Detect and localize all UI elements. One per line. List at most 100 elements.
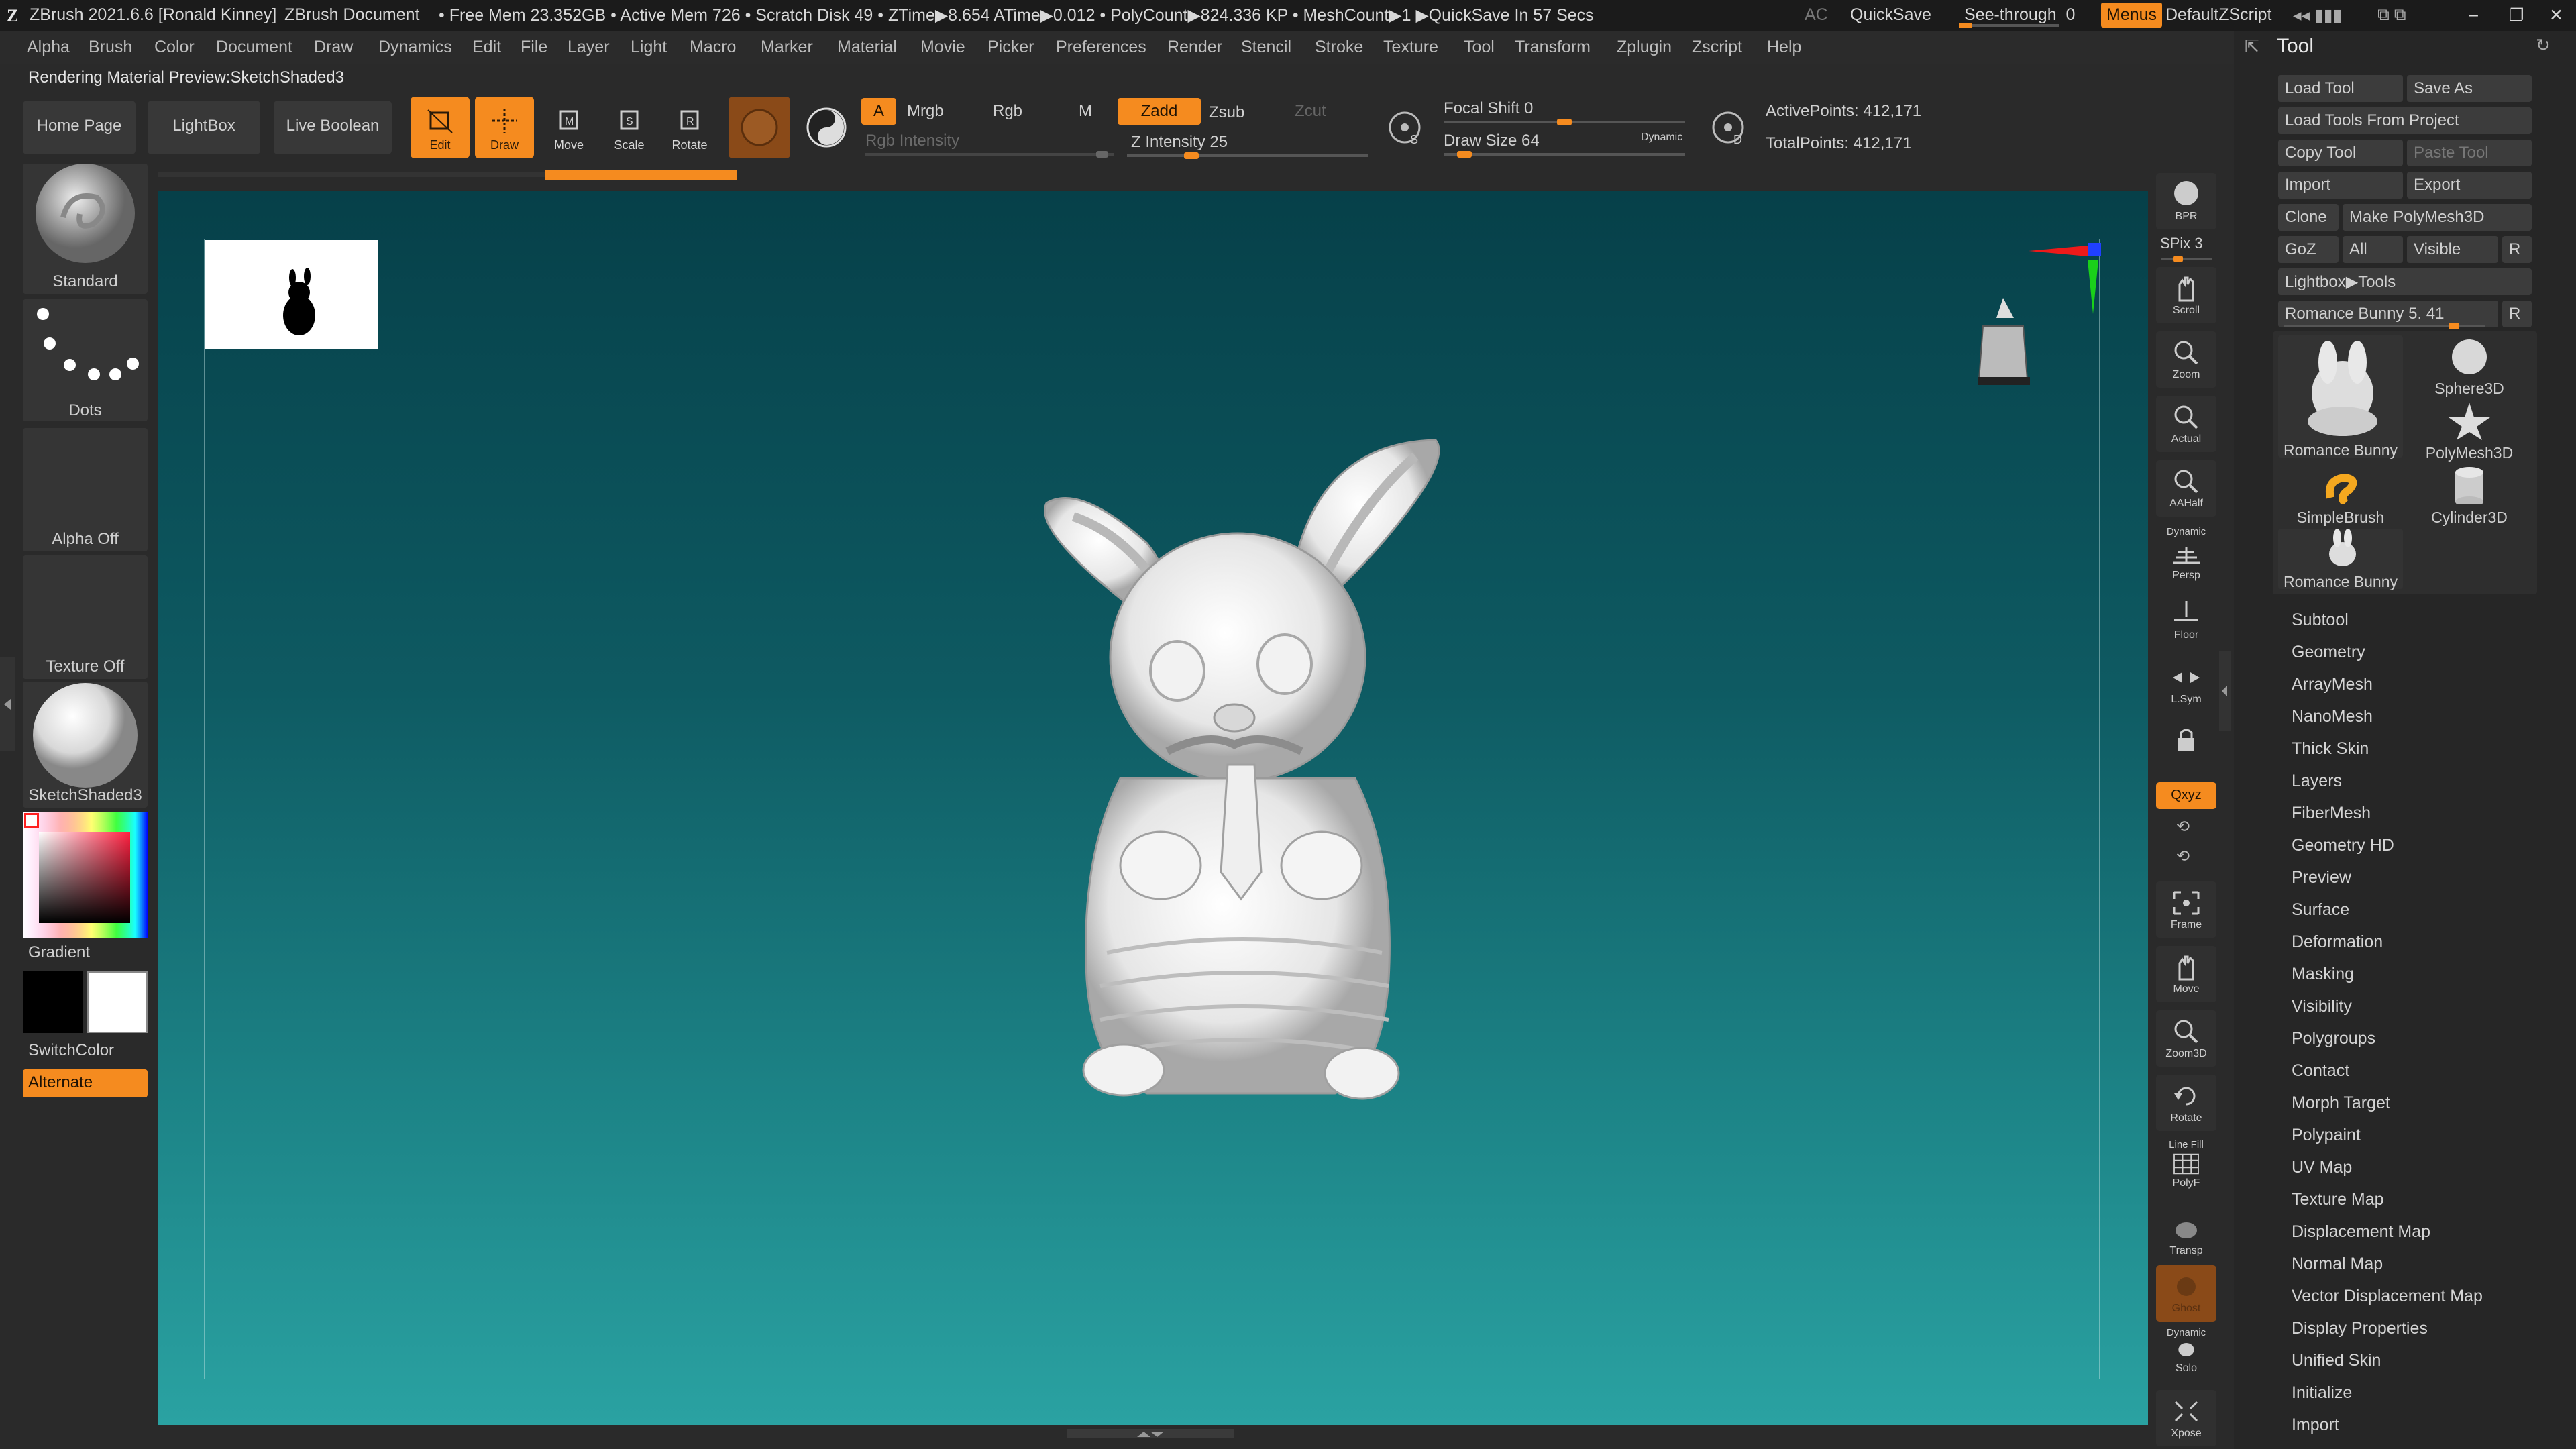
rotate-y-icon[interactable]: ⟲ xyxy=(2176,817,2190,837)
draw-button[interactable]: Draw xyxy=(475,97,534,158)
scroll-button[interactable]: Scroll xyxy=(2156,267,2216,323)
menu-movie[interactable]: Movie xyxy=(920,38,965,57)
default-zscript-button[interactable]: DefaultZScript xyxy=(2165,5,2271,25)
scale-button[interactable]: S Scale xyxy=(600,97,659,158)
copy-tool-button[interactable]: Copy Tool xyxy=(2278,140,2403,166)
zoom-button[interactable]: Zoom xyxy=(2156,331,2216,388)
ac-label[interactable]: AC xyxy=(1805,5,1828,25)
brush-selector[interactable]: Standard xyxy=(23,164,148,294)
subpalette-contact[interactable]: Contact xyxy=(2292,1061,2349,1081)
zoom3d-button[interactable]: Zoom3D xyxy=(2156,1010,2216,1067)
tool-thumb-polymesh3d[interactable]: PolyMesh3D xyxy=(2407,400,2532,462)
camera-view-gizmo[interactable] xyxy=(1960,292,2047,393)
subpalette-visibility[interactable]: Visibility xyxy=(2292,997,2352,1016)
menu-help[interactable]: Help xyxy=(1767,38,1801,57)
subpalette-initialize[interactable]: Initialize xyxy=(2292,1383,2352,1403)
dynamic-toggle[interactable]: Dynamic xyxy=(1641,131,1682,144)
export-button[interactable]: Export xyxy=(2407,172,2532,199)
gradient-label[interactable]: Gradient xyxy=(28,943,90,962)
subpalette-geometry-hd[interactable]: Geometry HD xyxy=(2292,836,2394,855)
menus-button[interactable]: Menus xyxy=(2101,3,2163,28)
ghost-button[interactable]: Ghost xyxy=(2156,1265,2216,1322)
menu-zplugin[interactable]: Zplugin xyxy=(1617,38,1672,57)
menu-alpha[interactable]: Alpha xyxy=(27,38,70,57)
menu-macro[interactable]: Macro xyxy=(690,38,736,57)
goz-r-button[interactable]: R xyxy=(2502,236,2532,263)
bpr-render-button[interactable]: BPR xyxy=(2156,173,2216,229)
current-tool-r-button[interactable]: R xyxy=(2502,301,2532,327)
focal-shift-slider[interactable] xyxy=(1444,119,1685,125)
menu-file[interactable]: File xyxy=(521,38,547,57)
tool-thumb-cylinder3d[interactable]: Cylinder3D xyxy=(2407,464,2532,526)
subpalette-polypaint[interactable]: Polypaint xyxy=(2292,1126,2361,1145)
zcut-button[interactable]: Zcut xyxy=(1295,102,1326,121)
quicksave-button[interactable]: QuickSave xyxy=(1850,5,1931,25)
import-button[interactable]: Import xyxy=(2278,172,2403,199)
menu-edit[interactable]: Edit xyxy=(472,38,501,57)
rewind-icon[interactable]: ◂◂ ▮▮▮ xyxy=(2293,5,2342,25)
move-view-button[interactable]: Move xyxy=(2156,946,2216,1002)
texture-selector[interactable]: Texture Off xyxy=(23,555,148,679)
current-tool-slider-track[interactable] xyxy=(2284,323,2485,329)
aahalf-button[interactable]: AAHalf xyxy=(2156,460,2216,517)
lightbox-button[interactable]: LightBox xyxy=(148,101,260,154)
menu-dynamics[interactable]: Dynamics xyxy=(378,38,452,57)
material-selector[interactable]: SketchShaded3 xyxy=(23,682,148,808)
goz-all-button[interactable]: All xyxy=(2343,236,2403,263)
subpalette-preview[interactable]: Preview xyxy=(2292,868,2351,888)
floor-button[interactable]: Floor xyxy=(2156,592,2216,648)
see-through-slider[interactable] xyxy=(1959,23,2059,28)
material-sphere-button[interactable] xyxy=(729,97,790,158)
frame-button[interactable]: Frame xyxy=(2156,881,2216,938)
refresh-icon[interactable]: ↻ xyxy=(2536,35,2551,56)
subpalette-vector-displacement-map[interactable]: Vector Displacement Map xyxy=(2292,1287,2483,1306)
switch-color-button[interactable]: SwitchColor xyxy=(28,1041,114,1060)
pin-icon[interactable]: ⇱ xyxy=(2245,36,2259,57)
current-tool-slider[interactable]: Romance Bunny 5. 41 xyxy=(2278,301,2498,327)
subpalette-fibermesh[interactable]: FiberMesh xyxy=(2292,804,2371,823)
right-tray-collapse[interactable] xyxy=(2219,651,2231,731)
subpalette-deformation[interactable]: Deformation xyxy=(2292,932,2383,952)
bunny-model[interactable] xyxy=(1006,429,1489,1114)
menu-stroke[interactable]: Stroke xyxy=(1315,38,1363,57)
make-polymesh3d-button[interactable]: Make PolyMesh3D xyxy=(2343,204,2532,231)
save-as-button[interactable]: Save As xyxy=(2407,75,2532,102)
tool-thumb-romance-bunny[interactable]: Romance Bunny xyxy=(2278,335,2403,459)
z-intensity-slider[interactable] xyxy=(1127,152,1368,159)
tool-thumb-romance-bunny-2[interactable]: Romance Bunny xyxy=(2278,529,2403,590)
draw-size-slider[interactable] xyxy=(1444,151,1685,158)
stroke-selector[interactable]: Dots xyxy=(23,299,148,421)
menu-material[interactable]: Material xyxy=(837,38,897,57)
subpalette-arraymesh[interactable]: ArrayMesh xyxy=(2292,675,2373,694)
primary-color-swatch[interactable] xyxy=(23,971,83,1033)
navigator-thumbnail[interactable] xyxy=(205,240,378,349)
live-boolean-button[interactable]: Live Boolean xyxy=(274,101,392,154)
menu-brush[interactable]: Brush xyxy=(89,38,132,57)
perspective-button[interactable]: Dynamic Persp xyxy=(2156,525,2216,581)
close-icon[interactable]: ✕ xyxy=(2549,5,2563,25)
m-button[interactable]: M xyxy=(1079,102,1092,121)
edit-button[interactable]: Edit xyxy=(411,97,470,158)
tool-thumb-simplebrush[interactable]: SimpleBrush xyxy=(2278,464,2403,526)
subpalette-nanomesh[interactable]: NanoMesh xyxy=(2292,707,2373,727)
xyz-rotate-button[interactable]: Qxyz xyxy=(2156,782,2216,809)
rgb-button[interactable]: Rgb xyxy=(993,102,1022,121)
paste-tool-button[interactable]: Paste Tool xyxy=(2407,140,2532,166)
alpha-selector[interactable]: Alpha Off xyxy=(23,428,148,551)
spix-slider[interactable] xyxy=(2161,256,2212,262)
menu-zscript[interactable]: Zscript xyxy=(1692,38,1742,57)
rotate-button[interactable]: R Rotate xyxy=(660,97,719,158)
subpalette-import[interactable]: Import xyxy=(2292,1415,2339,1435)
zadd-button[interactable]: Zadd xyxy=(1118,98,1201,125)
alternate-button[interactable]: Alternate xyxy=(23,1069,148,1097)
menu-tool[interactable]: Tool xyxy=(1464,38,1495,57)
lazy-mouse-s-icon[interactable]: S xyxy=(1385,107,1425,148)
menu-document[interactable]: Document xyxy=(216,38,292,57)
lock-button[interactable] xyxy=(2156,719,2216,766)
subpalette-layers[interactable]: Layers xyxy=(2292,771,2342,791)
menu-color[interactable]: Color xyxy=(154,38,195,57)
secondary-color-swatch[interactable] xyxy=(87,971,148,1033)
layout-icon[interactable]: ⧉ ⧉ xyxy=(2377,5,2406,25)
subpalette-unified-skin[interactable]: Unified Skin xyxy=(2292,1351,2381,1371)
menu-transform[interactable]: Transform xyxy=(1515,38,1591,57)
